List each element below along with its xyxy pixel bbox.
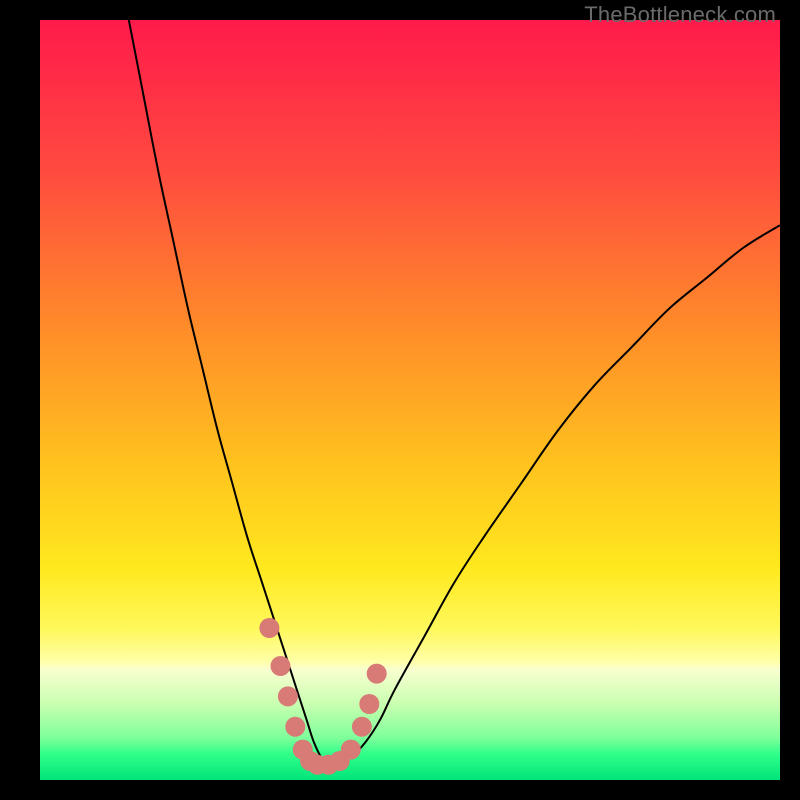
highlight-marker <box>278 686 298 706</box>
watermark-label: TheBottleneck.com <box>584 2 776 28</box>
chart-frame: TheBottleneck.com <box>0 0 800 800</box>
highlight-marker <box>259 618 279 638</box>
plot-area <box>40 20 780 780</box>
highlight-marker <box>341 740 361 760</box>
highlight-marker <box>359 694 379 714</box>
highlight-marker <box>367 664 387 684</box>
highlight-marker <box>285 717 305 737</box>
highlight-marker <box>271 656 291 676</box>
highlight-marker <box>352 717 372 737</box>
chart-svg <box>40 20 780 780</box>
